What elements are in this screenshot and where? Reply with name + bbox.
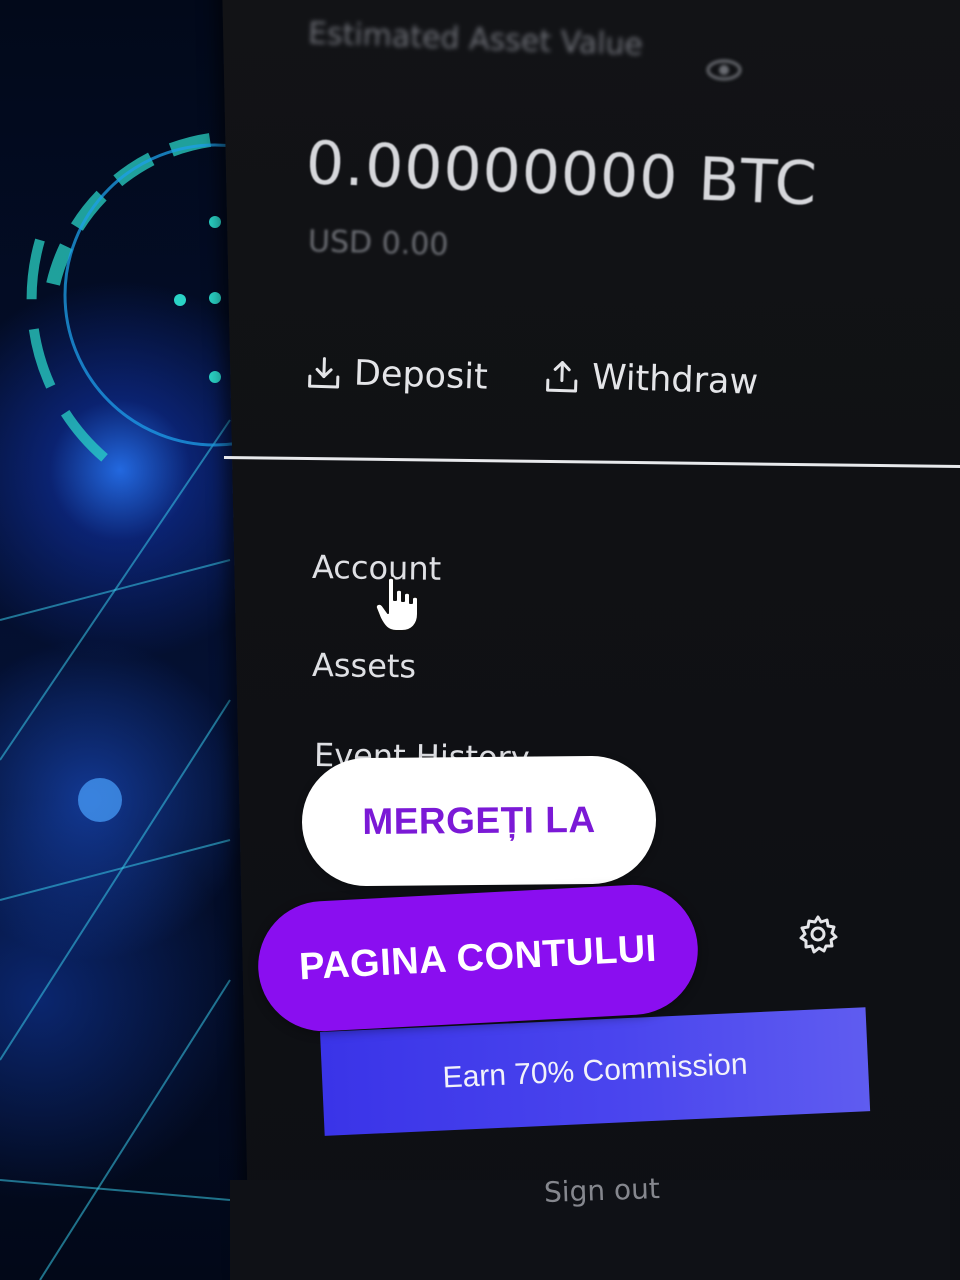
gear-icon[interactable] [798,914,838,954]
caption-line-1: MERGEȚI LA [301,755,657,887]
hand-cursor-icon [374,576,419,632]
deposit-label: Deposit [353,353,489,398]
photo-stage: Estimated Asset Value 0.00000000 BTC USD… [0,0,960,1280]
deposit-button[interactable]: Deposit [305,352,488,398]
caption-line-2: PAGINA CONTULUI [254,881,702,1035]
upload-icon [546,361,578,393]
withdraw-label: Withdraw [591,357,759,403]
usd-balance: USD 0.00 [307,224,449,263]
withdraw-button[interactable]: Withdraw [543,356,759,403]
sign-out-link[interactable]: Sign out [543,1172,660,1209]
menu-item-assets[interactable]: Assets [312,646,417,685]
download-icon [308,357,340,389]
eye-icon[interactable] [706,58,742,82]
